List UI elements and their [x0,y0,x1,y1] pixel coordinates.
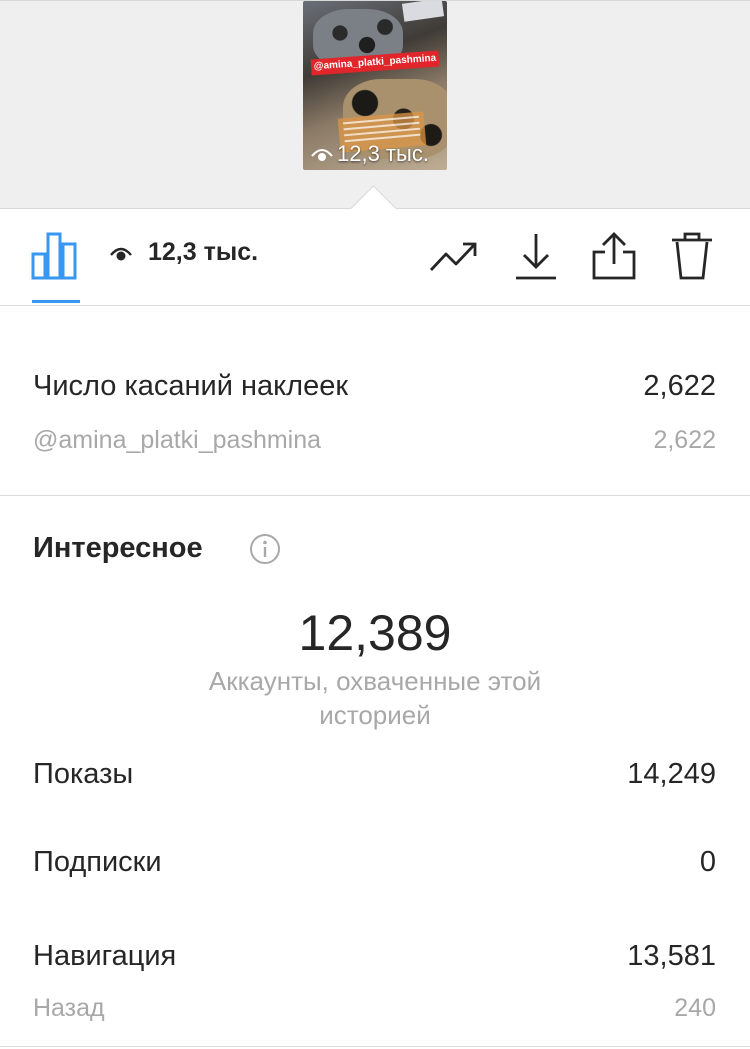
eye-icon [110,247,132,261]
share-button[interactable] [588,230,640,282]
sticker-taps-item: @amina_platki_pashmina 2,622 [33,426,716,455]
metric-sub-value: 240 [674,994,716,1022]
metric-label: Навигация [33,940,177,972]
metric-row: Навигация 13,581 [33,940,716,973]
story-views-label: 12,3 тыс. [148,238,259,266]
sticker-taps-item-value: 2,622 [653,426,716,454]
share-icon [592,232,636,280]
story-preview-area: @amina_platki_pashmina 12,3 тыс. [0,0,750,209]
bottom-divider [0,1046,750,1047]
metric-value: 13,581 [627,940,716,972]
info-icon [250,534,280,564]
metric-value: 0 [699,846,716,878]
insights-tab[interactable] [30,230,82,282]
sticker-taps-label: Число касаний наклеек [33,370,349,402]
sticker-taps-row: Число касаний наклеек 2,622 [33,370,716,403]
trash-icon [672,232,712,280]
bar-chart-icon [31,232,77,280]
eye-icon [311,149,333,162]
thumbnail-views-label: 12,3 тыс. [337,141,429,166]
download-icon [516,234,556,280]
metric-row: Подписки 0 [33,846,716,879]
active-tab-indicator [32,300,80,303]
reach-value: 12,389 [298,605,452,661]
story-views: 12,3 тыс. [110,238,258,267]
metric-label: Подписки [33,846,162,878]
promote-button[interactable] [428,232,480,284]
sticker-taps-item-label: @amina_platki_pashmina [33,426,322,454]
sticker-taps-value: 2,622 [643,370,716,402]
section-divider [0,495,750,496]
thumbnail-paper [401,1,445,22]
metric-row: Показы 14,249 [33,758,716,791]
info-button[interactable] [249,533,281,565]
trending-icon [429,242,477,271]
metric-label: Показы [33,758,134,790]
save-button[interactable] [510,230,562,282]
metric-subrow: Назад 240 [33,994,716,1023]
metric-sub-label: Назад [33,994,105,1022]
discovery-title: Интересное [33,532,203,564]
thumbnail-views: 12,3 тыс. [311,141,429,167]
reach-caption: Аккаунты, охваченные этой историей [208,666,542,730]
story-thumbnail[interactable]: @amina_platki_pashmina 12,3 тыс. [303,1,447,170]
delete-button[interactable] [668,230,720,282]
metric-value: 14,249 [627,758,716,790]
